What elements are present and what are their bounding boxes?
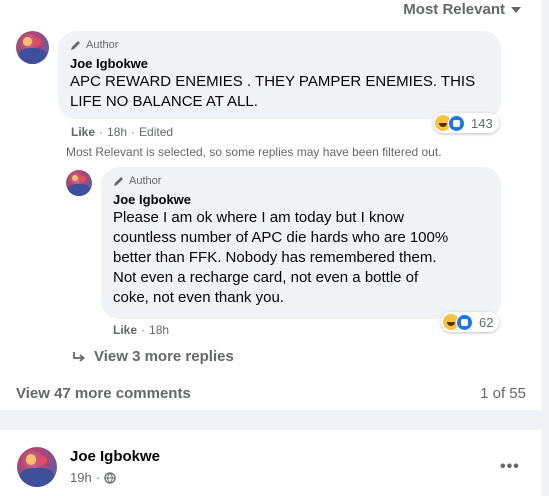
post-meta: 19h · xyxy=(70,470,116,485)
sort-dropdown[interactable]: Most Relevant xyxy=(403,0,521,18)
post-author-name[interactable]: Joe Igbokwe xyxy=(70,448,160,465)
reply-text-line: Not even a recharge card, not even a bot… xyxy=(113,269,419,286)
reply-arrow-icon xyxy=(73,351,85,362)
author-badge: Author xyxy=(113,175,161,187)
separator-dot: · xyxy=(99,125,104,139)
reply-text-line: Please I am ok where I am today but I kn… xyxy=(113,209,404,226)
reaction-count[interactable]: 143 xyxy=(433,113,499,133)
reply-author-name[interactable]: Joe Igbokwe xyxy=(113,192,191,207)
edited-label[interactable]: Edited xyxy=(139,125,173,139)
comments-card: Most Relevant Author Joe Igbokwe APC REW… xyxy=(0,0,541,410)
reply-text-line: coke, not even thank you. xyxy=(113,289,284,306)
post-time[interactable]: 19h xyxy=(70,470,92,485)
comment-text: APC REWARD ENEMIES . THEY PAMPER ENEMIES… xyxy=(70,72,475,112)
comment-time[interactable]: 18h xyxy=(107,125,127,139)
reaction-number: 62 xyxy=(479,314,494,330)
filter-notice: Most Relevant is selected, so some repli… xyxy=(66,145,442,159)
reply-bubble: Author Joe Igbokwe Please I am ok where … xyxy=(101,167,501,319)
like-reaction-icon xyxy=(456,313,473,331)
view-more-replies-link[interactable]: View 3 more replies xyxy=(72,348,234,365)
comment-pager: 1 of 55 xyxy=(480,385,526,402)
sort-label: Most Relevant xyxy=(403,0,505,18)
avatar[interactable] xyxy=(17,447,57,487)
author-badge: Author xyxy=(70,39,118,51)
author-badge-label: Author xyxy=(129,175,162,187)
reply-text: Please I am ok where I am today but I kn… xyxy=(113,208,448,308)
scrollbar[interactable] xyxy=(541,0,549,496)
avatar[interactable] xyxy=(66,170,92,196)
separator-dot: · xyxy=(95,470,101,485)
reply-actions: Like · 18h xyxy=(113,323,169,337)
globe-icon xyxy=(104,471,116,484)
like-button[interactable]: Like xyxy=(71,125,95,139)
reply-time[interactable]: 18h xyxy=(149,323,169,337)
more-options-icon[interactable]: ••• xyxy=(500,458,520,476)
view-more-comments-link[interactable]: View 47 more comments xyxy=(16,385,191,402)
comment-text-line: LIFE NO BALANCE AT ALL. xyxy=(70,93,258,110)
reply-text-line: countless number of APC die hards who ar… xyxy=(113,229,449,246)
reaction-number: 143 xyxy=(471,115,493,131)
caret-down-icon xyxy=(511,7,521,13)
separator-dot: · xyxy=(141,323,146,337)
like-button[interactable]: Like xyxy=(113,323,137,337)
pen-icon xyxy=(114,177,123,186)
pen-icon xyxy=(71,41,80,50)
like-reaction-icon xyxy=(448,114,465,132)
view-more-replies-label: View 3 more replies xyxy=(94,348,234,365)
separator-dot: · xyxy=(131,125,136,139)
comment-author-name[interactable]: Joe Igbokwe xyxy=(70,56,148,71)
comment-text-line: APC REWARD ENEMIES . THEY PAMPER ENEMIES… xyxy=(70,73,476,90)
reaction-count[interactable]: 62 xyxy=(441,312,500,332)
comment-actions: Like · 18h · Edited xyxy=(71,125,173,139)
reply-text-line: better than FFK. Nobody has remembered t… xyxy=(113,249,437,266)
author-badge-label: Author xyxy=(86,39,119,51)
avatar[interactable] xyxy=(16,31,49,64)
comment-bubble: Author Joe Igbokwe APC REWARD ENEMIES . … xyxy=(58,31,501,119)
